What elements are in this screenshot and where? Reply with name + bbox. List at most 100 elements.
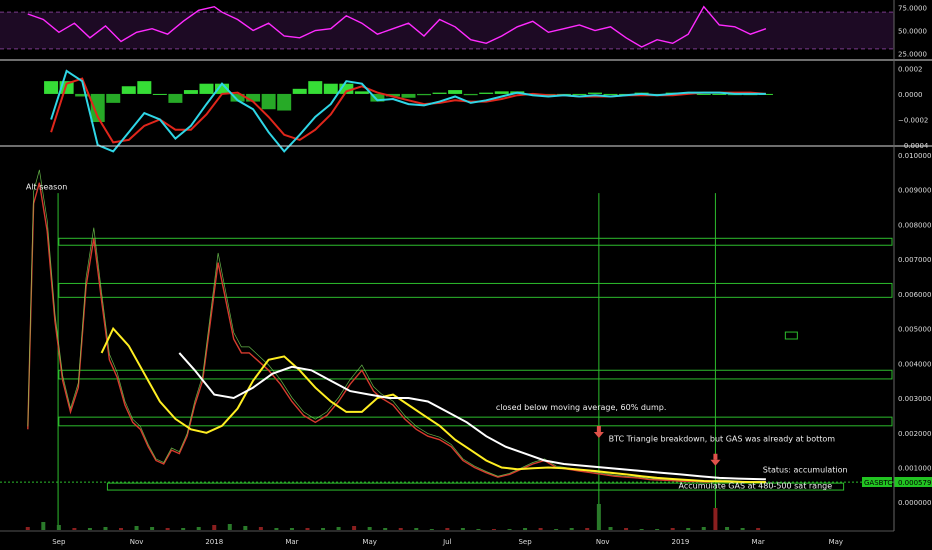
macd-histogram-bar (587, 92, 602, 94)
volume-bar (289, 528, 294, 530)
volume-bar (196, 527, 201, 530)
macd-histogram-bar (183, 90, 198, 94)
annotation-text: Accumulate GAS at 480-500 sat range (679, 481, 833, 490)
macd-histogram-bar (137, 81, 152, 94)
volume-bar (713, 508, 718, 530)
price-tick-label: 0.000000 (898, 499, 931, 507)
x-tick-label: 2018 (205, 538, 223, 546)
macd-histogram-bar (168, 93, 183, 103)
macd-histogram-bar (401, 93, 416, 98)
volume-bar (445, 528, 450, 530)
volume-bar (119, 528, 124, 530)
x-tick-label: May (829, 538, 843, 546)
volume-bar (725, 527, 730, 530)
volume-bar (639, 529, 644, 530)
volume-bar (352, 526, 357, 530)
volume-bar (460, 528, 465, 530)
volume-bar (740, 528, 745, 530)
volume-bar (624, 528, 629, 530)
x-tick-label: Sep (518, 538, 532, 546)
volume-bar (165, 528, 170, 530)
price-tick-label: 0.007000 (898, 256, 931, 264)
price-tick-label: 0.002000 (898, 430, 931, 438)
x-tick-label: Sep (52, 538, 66, 546)
price-tick-label: 0.004000 (898, 360, 931, 368)
macd-histogram-bar (323, 83, 338, 94)
x-tick-label: Nov (130, 538, 144, 546)
volume-bar (398, 528, 403, 530)
volume-bar (150, 527, 155, 530)
volume-bar (608, 527, 613, 530)
arrow-down-icon-stem (713, 453, 718, 460)
volume-bar (491, 529, 496, 530)
macd-tick-label: 0.0002 (898, 65, 923, 73)
macd-histogram-bar (494, 91, 509, 94)
volume-bar (383, 528, 388, 530)
macd-histogram-bar (603, 93, 618, 95)
price-tick-label: 0.010000 (898, 152, 931, 160)
volume-bar (103, 527, 108, 530)
rsi-tick-label: 25.0000 (898, 50, 927, 58)
macd-histogram-bar (479, 92, 494, 94)
volume-bar (670, 528, 675, 530)
price-tick-label: 0.001000 (898, 464, 931, 472)
macd-histogram-bar (696, 93, 711, 95)
macd-histogram-bar (463, 93, 478, 96)
volume-bar (686, 528, 691, 530)
price-tick-label: 0.008000 (898, 221, 931, 229)
volume-bar (538, 528, 543, 530)
macd-histogram-bar (261, 93, 276, 110)
volume-bar (507, 529, 512, 530)
macd-histogram-bar (417, 93, 432, 96)
volume-bar (523, 528, 528, 530)
volume-bar (414, 528, 419, 530)
volume-bar (72, 528, 77, 530)
annotation-text: closed below moving average, 60% dump. (496, 403, 666, 412)
arrow-down-icon-stem (596, 425, 601, 432)
macd-histogram-bar (121, 86, 136, 94)
ticker-badge: GASBTC 0.000579 (862, 477, 932, 487)
macd-histogram-bar (292, 88, 307, 94)
price-tick-label: 0.006000 (898, 291, 931, 299)
volume-bar (336, 527, 341, 530)
volume-bar (181, 528, 186, 530)
macd-histogram-bar (44, 81, 59, 94)
volume-bar (655, 529, 660, 530)
volume-bar (212, 525, 217, 530)
chart-root: 75.0000 50.0000 25.0000 0.0002 0.0000 −0.000… (0, 0, 932, 550)
volume-bar (596, 504, 601, 530)
macd-histogram-bar (106, 93, 121, 103)
ticker-badge-label: GASBTC (864, 479, 892, 487)
annotation-text: Alt season (26, 183, 68, 192)
last-price-badge: 0.000579 (898, 479, 931, 487)
rsi-tick-label: 50.0000 (898, 28, 927, 36)
volume-bar (321, 528, 326, 530)
volume-bar (243, 526, 248, 530)
volume-bar (429, 529, 434, 530)
rsi-tick-label: 75.0000 (898, 5, 927, 13)
macd-histogram-bar (432, 92, 447, 94)
volume-bar (701, 527, 706, 530)
volume-bar (367, 527, 372, 530)
volume-bar (41, 522, 46, 530)
x-tick-label: Nov (596, 538, 610, 546)
volume-bar (554, 529, 559, 530)
macd-histogram-bar (448, 90, 463, 94)
volume-bar (585, 528, 590, 530)
macd-histogram-bar (308, 81, 323, 94)
macd-tick-label: −0.0002 (898, 116, 928, 124)
volume-bar (756, 528, 761, 530)
volume-bar (56, 525, 61, 530)
volume-bar (258, 527, 263, 530)
macd-histogram-bar (199, 83, 214, 94)
annotation-text: BTC Triangle breakdown, but GAS was alre… (609, 434, 836, 443)
volume-bar (87, 528, 92, 530)
volume-bar (476, 529, 481, 530)
volume-bar (227, 524, 232, 530)
volume-bar (569, 528, 574, 530)
x-tick-label: May (362, 538, 376, 546)
macd-histogram-bar (354, 91, 369, 94)
x-tick-label: Mar (752, 538, 765, 546)
macd-histogram-bar (572, 93, 587, 95)
macd-histogram-bar (152, 93, 167, 95)
